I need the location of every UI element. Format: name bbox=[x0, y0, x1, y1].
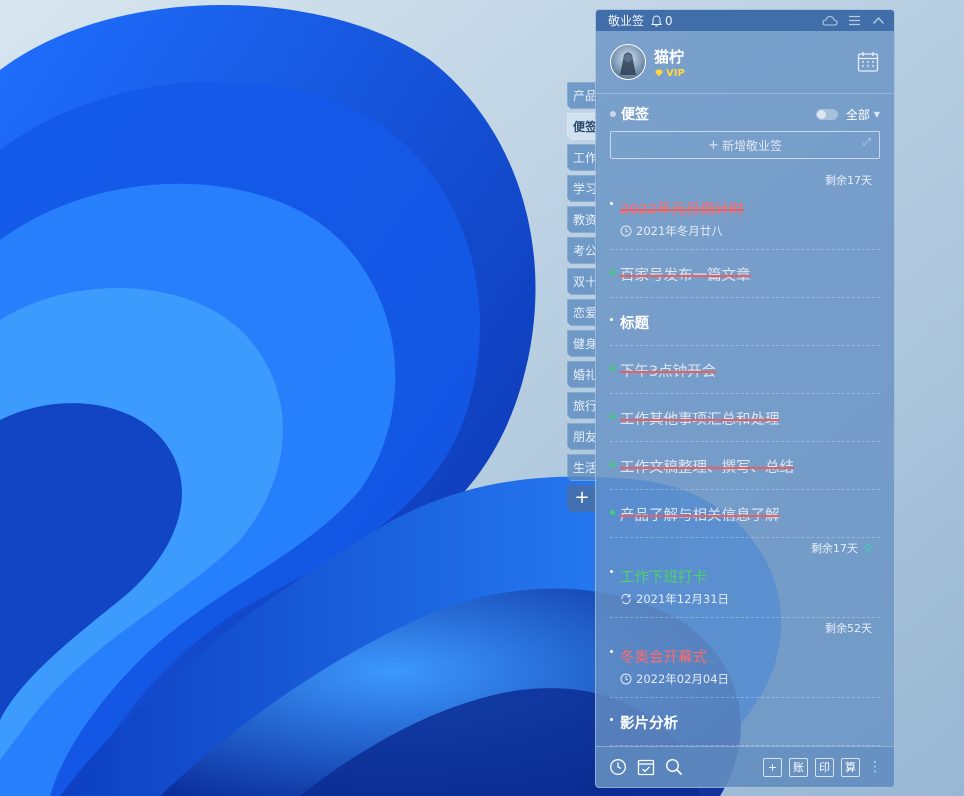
cloud-sync-icon[interactable] bbox=[822, 13, 838, 29]
category-tabs: 产品便签工作学习教资考公双十恋爱健身婚礼旅行朋友生活 + bbox=[567, 82, 597, 512]
caret-down-icon: ▼ bbox=[873, 109, 880, 119]
app-title: 敬业签 bbox=[608, 14, 645, 28]
clock-icon bbox=[620, 673, 632, 685]
bullet-dot bbox=[610, 202, 613, 205]
category-tab[interactable]: 健身 bbox=[567, 330, 597, 357]
category-tab[interactable]: 旅行 bbox=[567, 392, 597, 419]
repeat-icon bbox=[620, 593, 632, 605]
title-bar[interactable]: 敬业签 0 bbox=[596, 10, 894, 31]
vip-label: VIP bbox=[666, 67, 685, 79]
category-tab[interactable]: 双十 bbox=[567, 268, 597, 295]
calculate-button[interactable]: 算 bbox=[841, 757, 860, 777]
diamond-icon bbox=[655, 69, 663, 77]
notification-count: 0 bbox=[665, 13, 673, 28]
note-item[interactable]: 工作其他事项汇总和处理 bbox=[610, 394, 880, 442]
vip-badge: VIP bbox=[654, 68, 685, 79]
clock-icon bbox=[620, 225, 632, 237]
category-tab[interactable]: 教资 bbox=[567, 206, 597, 233]
note-item[interactable]: 产品了解与相关信息了解 bbox=[610, 490, 880, 538]
filter-dropdown[interactable]: 全部 ▼ bbox=[846, 106, 880, 123]
done-dot bbox=[610, 510, 615, 515]
print-button[interactable]: 印 bbox=[815, 757, 834, 777]
bullet-dot bbox=[610, 318, 613, 321]
note-title: 下午3点钟开会 bbox=[620, 364, 717, 380]
notes-panel: 敬业签 0 猫柠 VIP 便签 全部 ▼ + 新增敬业签 ⤢ 剩余17天 202… bbox=[595, 9, 895, 788]
note-title: 标题 bbox=[620, 316, 649, 332]
add-category-button[interactable]: + bbox=[567, 485, 597, 512]
note-item[interactable]: 百家号发布一篇文章 bbox=[610, 250, 880, 298]
note-title: 影片分析 bbox=[620, 716, 678, 732]
note-title: 产品了解与相关信息了解 bbox=[620, 508, 780, 524]
note-item[interactable]: 剩余17天 ⚲ 工作下班打卡 2021年12月31日 bbox=[610, 538, 880, 618]
bullet-dot bbox=[610, 650, 613, 653]
add-button[interactable]: + bbox=[763, 757, 782, 777]
category-tab[interactable]: 便签 bbox=[567, 113, 597, 140]
section-header: 便签 全部 ▼ bbox=[596, 99, 894, 129]
remaining-days: 剩余17天 ⚲ bbox=[810, 542, 872, 555]
account-button[interactable]: 账 bbox=[789, 757, 808, 777]
done-dot bbox=[610, 270, 615, 275]
note-title: 百家号发布一篇文章 bbox=[620, 268, 751, 284]
expand-icon[interactable]: ⤢ bbox=[863, 137, 871, 148]
footer-toolbar: + 账印算 ⋮ bbox=[596, 746, 894, 787]
done-dot bbox=[610, 366, 615, 371]
category-tab[interactable]: 产品 bbox=[567, 82, 597, 109]
more-options-icon[interactable]: ⋮ bbox=[868, 759, 882, 775]
new-note-button[interactable]: + 新增敬业签 ⤢ bbox=[610, 131, 880, 159]
remaining-days: 剩余17天 bbox=[825, 174, 872, 187]
note-title: 工作下班打卡 bbox=[620, 570, 707, 586]
category-tab[interactable]: 学习 bbox=[567, 175, 597, 202]
new-note-label: 新增敬业签 bbox=[721, 138, 782, 153]
remaining-days: 剩余52天 bbox=[825, 622, 872, 635]
clock-icon[interactable] bbox=[608, 757, 628, 777]
note-item[interactable]: 剩余52天冬奥会开幕式 2022年02月04日 bbox=[610, 618, 880, 698]
checkbox-calendar-icon[interactable] bbox=[636, 757, 656, 777]
category-tab[interactable]: 考公 bbox=[567, 237, 597, 264]
plus-icon: + bbox=[708, 137, 719, 153]
note-title: 工作文稿整理、撰写、总结 bbox=[620, 460, 794, 476]
category-tab[interactable]: 婚礼 bbox=[567, 361, 597, 388]
note-item[interactable]: 标题 bbox=[610, 298, 880, 346]
category-tab[interactable]: 工作 bbox=[567, 144, 597, 171]
search-icon[interactable] bbox=[664, 757, 684, 777]
note-item[interactable]: 影片分析 bbox=[610, 698, 880, 746]
menu-icon[interactable] bbox=[846, 13, 862, 29]
pin-icon[interactable]: ⚲ bbox=[864, 542, 872, 555]
note-item[interactable]: 工作文稿整理、撰写、总结 bbox=[610, 442, 880, 490]
collapse-chevron-up-icon[interactable] bbox=[870, 13, 886, 29]
view-toggle[interactable] bbox=[815, 108, 838, 120]
note-title: 工作其他事项汇总和处理 bbox=[620, 412, 780, 428]
user-profile: 猫柠 VIP bbox=[596, 31, 894, 94]
filter-label: 全部 bbox=[845, 107, 870, 122]
section-dot bbox=[610, 111, 616, 117]
notes-list: 剩余17天 2022年元旦倒计时 2021年冬月廿八百家号发布一篇文章 标题下午3点钟… bbox=[596, 170, 894, 746]
note-title: 冬奥会开幕式 bbox=[620, 650, 707, 666]
note-title: 2022年元旦倒计时 bbox=[620, 202, 744, 218]
bell-icon[interactable] bbox=[651, 14, 662, 27]
category-tab[interactable]: 恋爱 bbox=[567, 299, 597, 326]
username: 猫柠 bbox=[654, 47, 685, 66]
note-item[interactable]: 剩余17天 2022年元旦倒计时 2021年冬月廿八 bbox=[610, 170, 880, 250]
note-item[interactable]: 下午3点钟开会 bbox=[610, 346, 880, 394]
section-title: 便签 bbox=[621, 107, 649, 123]
done-dot bbox=[610, 414, 615, 419]
done-dot bbox=[610, 462, 615, 467]
note-date: 2021年12月31日 bbox=[610, 591, 880, 607]
bullet-dot bbox=[610, 570, 613, 573]
note-date: 2022年02月04日 bbox=[610, 671, 880, 687]
note-date: 2021年冬月廿八 bbox=[610, 223, 880, 239]
bullet-dot bbox=[610, 718, 613, 721]
category-tab[interactable]: 生活 bbox=[567, 454, 597, 481]
calendar-icon[interactable] bbox=[856, 50, 880, 74]
avatar[interactable] bbox=[610, 44, 646, 80]
category-tab[interactable]: 朋友 bbox=[567, 423, 597, 450]
